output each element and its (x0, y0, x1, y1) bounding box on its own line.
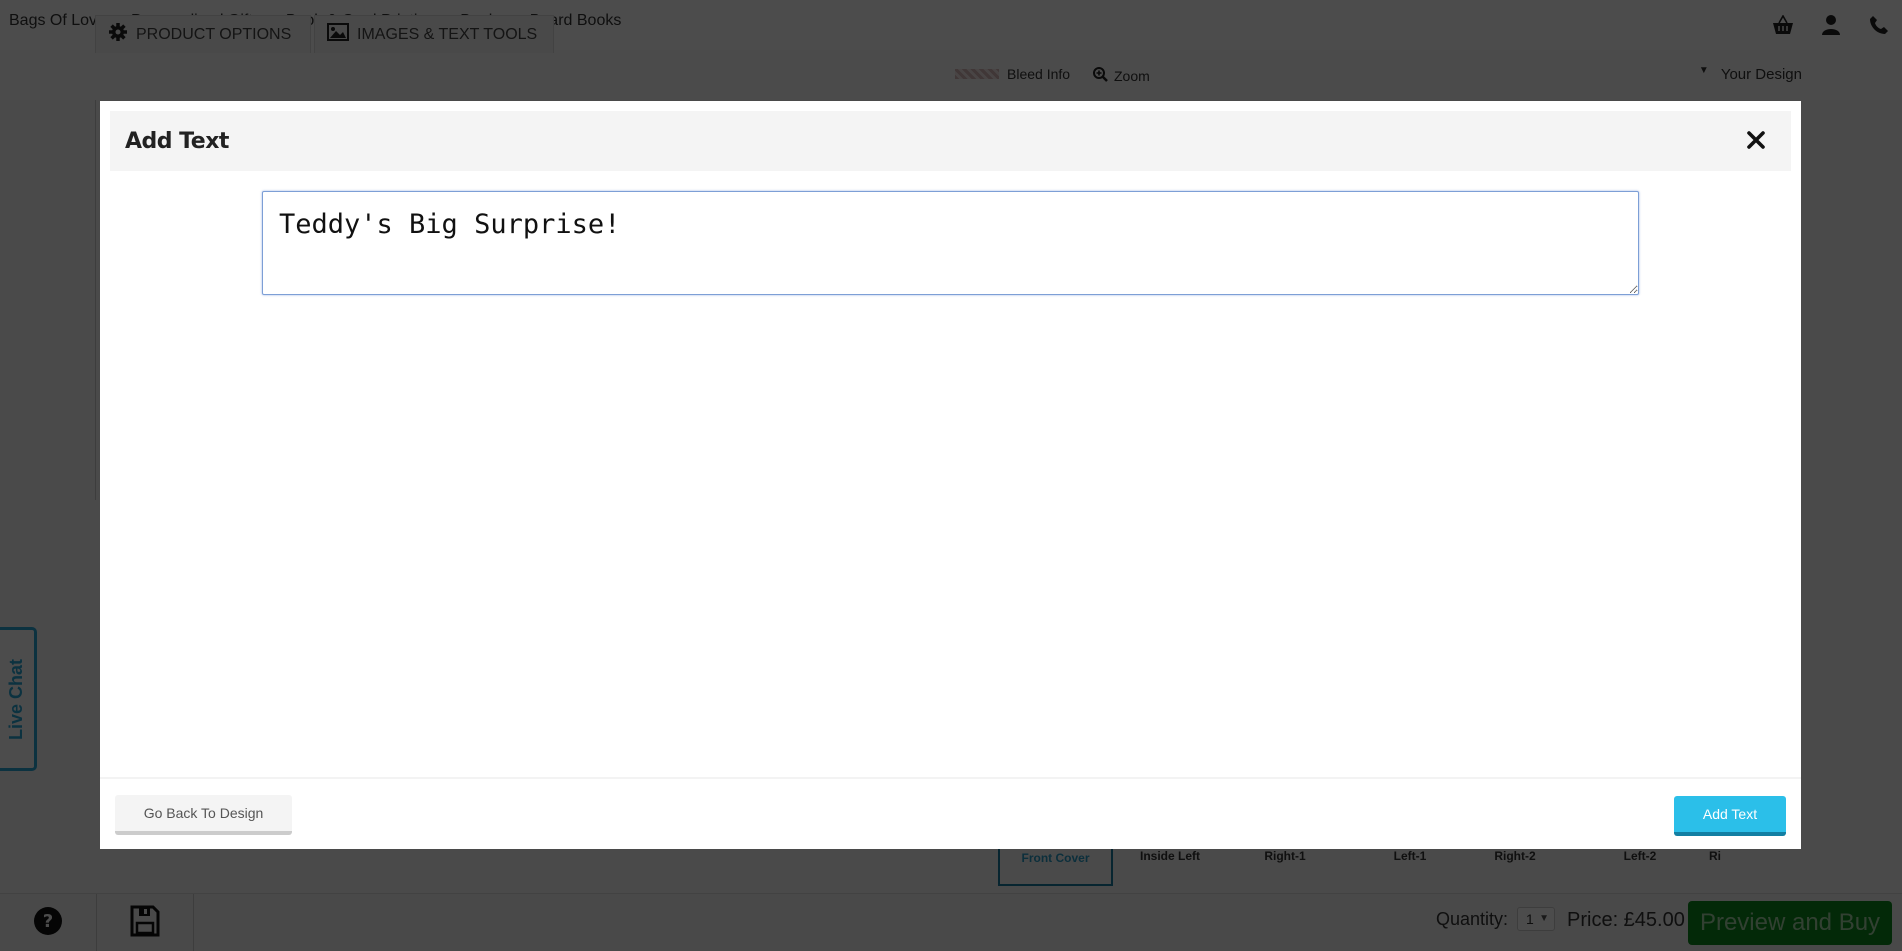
text-input[interactable]: Teddy's Big Surprise! (262, 191, 1639, 295)
go-back-to-design-button[interactable]: Go Back To Design (115, 795, 292, 835)
dialog-title: Add Text (125, 129, 229, 154)
dialog-footer: Go Back To Design Add Text (100, 777, 1801, 849)
dialog-header: Add Text (110, 111, 1791, 171)
close-icon[interactable] (1741, 125, 1771, 155)
add-text-dialog: Add Text Teddy's Big Surprise! Go Back T… (100, 101, 1801, 849)
add-text-button[interactable]: Add Text (1674, 796, 1786, 836)
